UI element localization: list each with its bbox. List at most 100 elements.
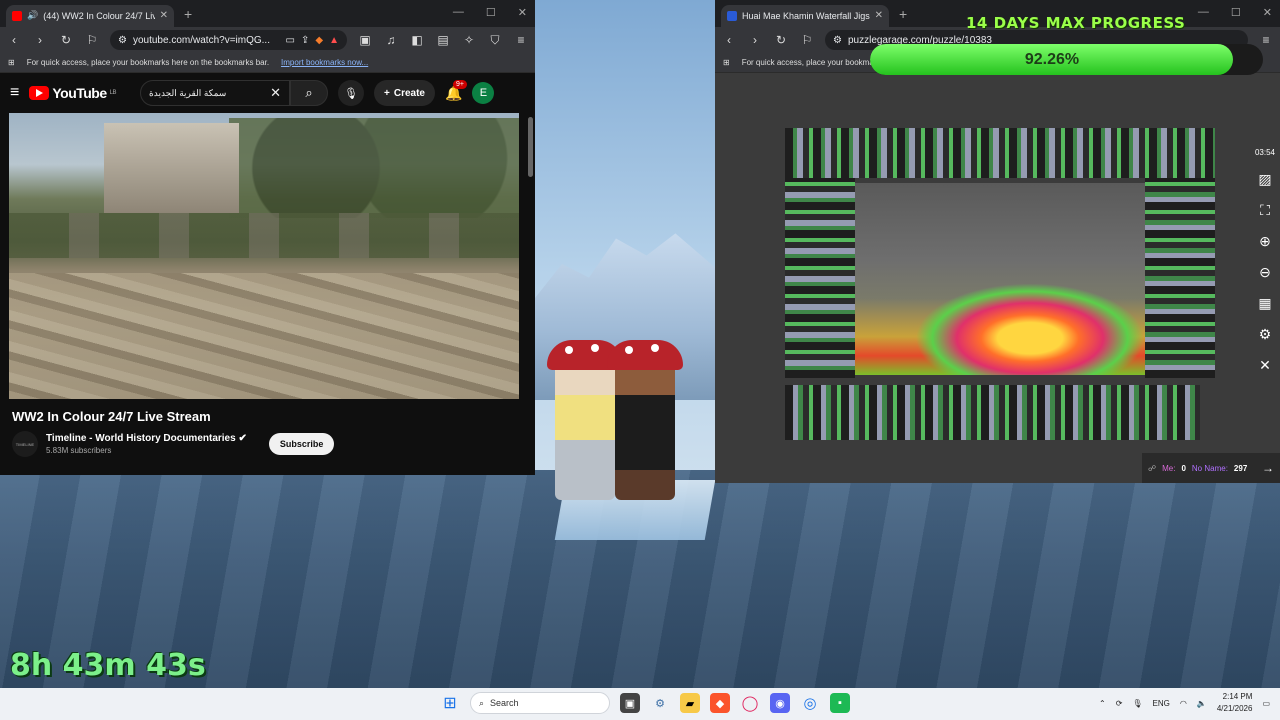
- hamburger-menu-icon[interactable]: ≡: [10, 84, 19, 102]
- close-window-icon[interactable]: ✕: [518, 6, 527, 19]
- apps-grid-icon[interactable]: ⊞: [8, 58, 15, 67]
- maximize-icon[interactable]: ☐: [1231, 6, 1241, 19]
- forward-icon[interactable]: ›: [747, 33, 763, 47]
- subscribe-button[interactable]: Subscribe: [268, 433, 335, 455]
- scrollbar[interactable]: [528, 117, 533, 177]
- fullscreen-icon[interactable]: ⛶: [1260, 202, 1270, 219]
- voice-search-button[interactable]: 🎙: [338, 80, 364, 106]
- notification-center-icon[interactable]: ▭: [1262, 699, 1270, 708]
- close-tab-icon[interactable]: ✕: [160, 10, 168, 21]
- youtube-logo[interactable]: YouTube LB: [29, 85, 117, 101]
- notifications-button[interactable]: 🔔 9+: [445, 79, 467, 102]
- game-launcher-icon[interactable]: ▪: [830, 693, 850, 713]
- reader-icon[interactable]: ▣: [357, 33, 373, 47]
- progress-bar: 92.26%: [870, 44, 1263, 75]
- brave-shield-icon[interactable]: ◆: [315, 35, 323, 46]
- windows-start-icon[interactable]: ⊞: [440, 693, 460, 713]
- taskbar-search[interactable]: ⌕ Search: [470, 692, 610, 714]
- create-button[interactable]: + Create: [374, 80, 435, 106]
- zoom-in-icon[interactable]: ⊕: [1259, 233, 1271, 250]
- new-tab-icon[interactable]: +: [899, 6, 907, 22]
- chevron-up-icon[interactable]: ⌃: [1099, 699, 1106, 708]
- back-icon[interactable]: ‹: [721, 33, 737, 47]
- clock[interactable]: 2:14 PM 4/21/2026: [1217, 691, 1253, 715]
- arrange-pieces-icon[interactable]: ▦: [1258, 295, 1271, 312]
- arrow-right-icon[interactable]: →: [1262, 461, 1274, 475]
- puzzle-toolbar: 03:54 ▨ ⛶ ⊕ ⊖ ▦ ⚙ ✕: [1250, 148, 1280, 374]
- puzzle-favicon-icon: [727, 10, 737, 21]
- vpn-icon[interactable]: ⛉: [487, 33, 503, 48]
- discord-icon[interactable]: ◉: [770, 693, 790, 713]
- microphone-icon[interactable]: 🎙: [1132, 699, 1142, 708]
- clock-time: 2:14 PM: [1222, 692, 1253, 701]
- opera-browser-icon[interactable]: ◯: [740, 693, 760, 713]
- video-title: WW2 In Colour 24/7 Live Stream: [12, 409, 211, 424]
- import-bookmarks-link[interactable]: Import bookmarks now...: [281, 58, 368, 67]
- close-window-icon[interactable]: ✕: [1263, 6, 1272, 19]
- subscriber-count: 5.83M subscribers: [46, 446, 112, 455]
- wallet-icon[interactable]: ▤: [435, 33, 451, 47]
- sidebar-icon[interactable]: ◧: [409, 33, 425, 47]
- player-status-bar: ☍ Me: 0 No Name: 297 →: [1142, 453, 1280, 483]
- tab-youtube[interactable]: 🔊 (44) WW2 In Colour 24/7 Live ✕: [6, 4, 174, 27]
- speaker-icon[interactable]: 🔊: [27, 10, 38, 21]
- new-tab-icon[interactable]: +: [184, 6, 192, 22]
- image-preview-icon[interactable]: ▨: [1258, 171, 1271, 188]
- file-explorer-icon[interactable]: ▰: [680, 693, 700, 713]
- tab-puzzle[interactable]: Huai Mae Khamin Waterfall Jigs ✕: [721, 4, 889, 27]
- bookmark-icon[interactable]: ⚐: [799, 33, 815, 47]
- clear-search-icon[interactable]: ✕: [270, 85, 281, 101]
- share-icon[interactable]: ⇪: [301, 35, 309, 46]
- address-bar[interactable]: ⚙ youtube.com/watch?v=imQG... ▭ ⇪ ◆ ▲: [110, 30, 347, 50]
- sync-icon[interactable]: ⟳: [1116, 699, 1123, 708]
- video-player[interactable]: [9, 113, 519, 399]
- window-controls: — ☐ ✕: [1198, 6, 1272, 19]
- search-button[interactable]: ⌕: [290, 80, 328, 106]
- me-label: Me:: [1162, 463, 1176, 473]
- brave-rewards-icon[interactable]: ▲: [329, 35, 339, 46]
- puzzle-canvas[interactable]: 03:54 ▨ ⛶ ⊕ ⊖ ▦ ⚙ ✕ ☍ Me: 0 No Name: 297…: [715, 73, 1280, 483]
- media-icon[interactable]: ♫: [383, 33, 399, 47]
- account-avatar[interactable]: E: [472, 82, 495, 104]
- settings-icon[interactable]: ⚙: [1259, 326, 1272, 343]
- tab-title: (44) WW2 In Colour 24/7 Live: [43, 10, 155, 21]
- bookmark-icon[interactable]: ⚐: [84, 33, 100, 47]
- close-icon[interactable]: ✕: [1259, 357, 1271, 374]
- leo-icon[interactable]: ✧: [461, 33, 477, 47]
- loose-pieces-left[interactable]: [785, 178, 855, 378]
- window-controls: — ☐ ✕: [453, 6, 527, 19]
- apps-grid-icon[interactable]: ⊞: [723, 58, 730, 67]
- back-icon[interactable]: ‹: [6, 33, 22, 47]
- menu-icon[interactable]: ≡: [1258, 33, 1274, 47]
- site-info-icon[interactable]: ⚙: [118, 35, 127, 46]
- chrome-icon[interactable]: ◎: [800, 693, 820, 713]
- wifi-icon[interactable]: ◠: [1180, 699, 1187, 708]
- minimize-icon[interactable]: —: [453, 6, 464, 19]
- settings-app-icon[interactable]: ⚙: [650, 693, 670, 713]
- zoom-out-icon[interactable]: ⊖: [1259, 264, 1271, 281]
- maximize-icon[interactable]: ☐: [486, 6, 496, 19]
- task-view-icon[interactable]: ▣: [620, 693, 640, 713]
- forward-icon[interactable]: ›: [32, 33, 48, 47]
- close-tab-icon[interactable]: ✕: [875, 10, 883, 21]
- cast-icon[interactable]: ▭: [286, 35, 295, 46]
- search-input[interactable]: سمكة القرية الجديدة ✕: [140, 80, 290, 106]
- reload-icon[interactable]: ↻: [58, 33, 74, 47]
- notifications-badge: 9+: [452, 79, 467, 89]
- channel-avatar[interactable]: TIMELINE: [12, 431, 38, 457]
- youtube-logo-text: YouTube: [52, 85, 107, 101]
- menu-icon[interactable]: ≡: [513, 33, 529, 47]
- minimize-icon[interactable]: —: [1198, 6, 1209, 19]
- reload-icon[interactable]: ↻: [773, 33, 789, 47]
- loose-pieces-top[interactable]: [785, 128, 1215, 178]
- volume-icon[interactable]: 🔈: [1197, 699, 1207, 708]
- site-info-icon[interactable]: ⚙: [833, 35, 842, 46]
- channel-name[interactable]: Timeline - World History Documentaries ✔: [46, 433, 247, 444]
- brave-browser-icon[interactable]: ◆: [710, 693, 730, 713]
- puzzle-board[interactable]: [855, 183, 1145, 375]
- loose-pieces-bottom[interactable]: [785, 385, 1200, 440]
- video-tanks: [9, 213, 519, 258]
- video-building: [104, 123, 239, 213]
- loose-pieces-right[interactable]: [1145, 178, 1215, 378]
- language-indicator[interactable]: ENG: [1153, 699, 1170, 708]
